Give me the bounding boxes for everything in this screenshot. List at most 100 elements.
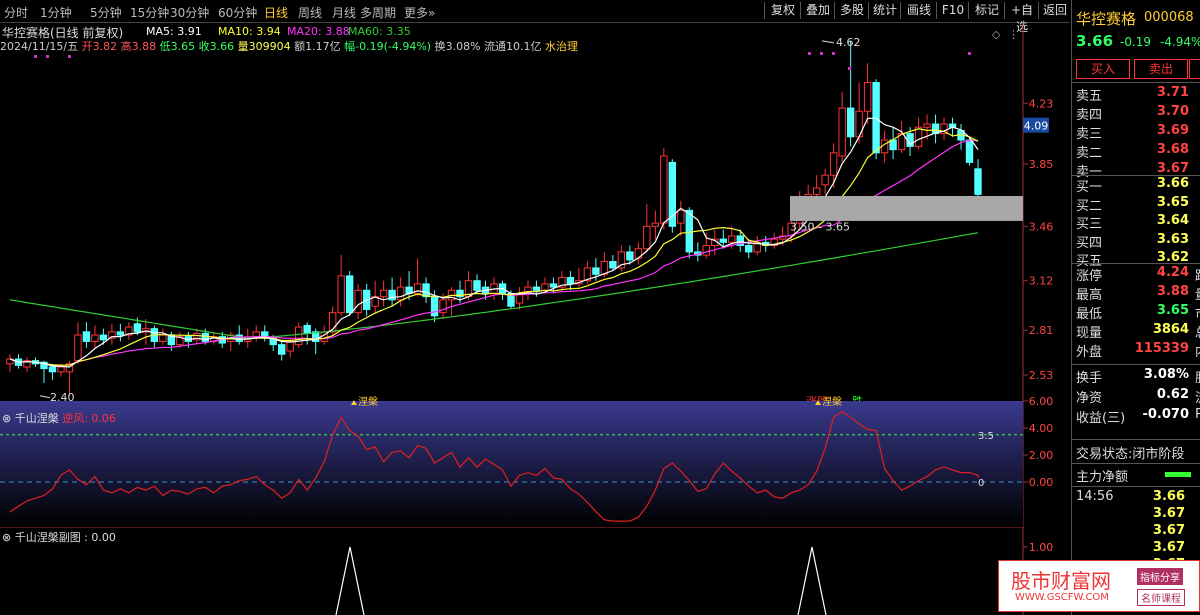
stat2-row-value: 3.08% [1143,367,1189,382]
spike-signal [335,546,365,615]
candle-body [48,366,57,373]
indicator1-name: 千山涅槃 [14,412,59,425]
watermark-tag2: 名师课程 [1137,589,1185,606]
candle-body [532,286,541,291]
stock-code: 000068 [1144,10,1194,25]
sell-level[interactable]: 卖五 3.71 [1076,85,1200,104]
timeframe-tab[interactable]: 周线 [298,4,322,21]
stat-row-extra: 跌 [1195,265,1200,284]
buy-level[interactable]: 买二 3.65 [1076,195,1200,214]
tick-row: 3.67 [1076,523,1200,541]
candle-body [660,155,668,224]
more-button[interactable] [1189,59,1200,79]
candle-body [541,283,549,291]
signal-dot [832,52,835,55]
stat-row-value: 3.88 [1156,284,1189,299]
candle-body [872,81,880,154]
spike-signal [797,546,827,615]
stat-row[interactable]: 现量 3864 总 [1076,322,1200,341]
stat-row-label: 现量 [1076,326,1103,341]
stat-row-extra: 内 [1195,341,1200,360]
trade-status: 交易状态:闭市阶段 [1076,447,1185,462]
timeframe-tab[interactable]: 日线 [264,4,288,21]
sell-level-label: 卖二 [1076,146,1103,161]
stat2-row-value: -0.070 [1142,407,1189,422]
stat-row-label: 最低 [1076,307,1103,322]
candle-body [99,334,108,341]
toolbar-button[interactable]: F10 [936,2,969,19]
toolbar-button[interactable]: 标记 [968,2,1005,19]
sell-button[interactable]: 卖出 [1134,59,1188,79]
candle-body [235,334,243,342]
candle-body [133,323,142,333]
buy-level[interactable]: 买三 3.64 [1076,213,1200,232]
timeframe-tab[interactable]: 15分钟 [130,4,169,21]
indicator2-close-icon[interactable]: ⊗ [2,531,11,544]
stat-row-value: 115339 [1134,341,1189,356]
sell-level[interactable]: 卖四 3.70 [1076,104,1200,123]
high-annotation: 4.62 [836,36,861,49]
timeframe-tab[interactable]: 30分钟 [170,4,209,21]
tick-row: 3.67 [1076,540,1200,558]
stat-row[interactable]: 最高 3.88 量 [1076,284,1200,303]
signal-dot [820,52,823,55]
sell-level[interactable]: 卖三 3.69 [1076,123,1200,142]
stat2-row-label: 净资 [1076,391,1103,406]
toolbar-button[interactable]: 统计 [868,2,901,19]
stat2-row-label: 换手 [1076,371,1103,386]
signal-dot [808,52,811,55]
low-annotation-line [39,395,51,399]
tick-price: 3.67 [1152,523,1185,538]
timeframe-tab[interactable]: 多周期 [360,4,396,21]
stock-name: 华控赛格 [1076,10,1137,28]
buy-level[interactable]: 买四 3.63 [1076,232,1200,251]
sell-level-label: 卖三 [1076,127,1103,142]
quote-panel: 华控赛格 000068 3.66 -0.19 -4.94% 买入 卖出 卖五 3.… [1071,0,1200,615]
buy-button[interactable]: 买入 [1076,59,1130,79]
timeframe-tab[interactable]: 分时 [4,4,28,21]
candle-body [473,280,481,291]
stat2-row-extra: 流 [1195,387,1200,406]
buy-level-label: 买二 [1076,198,1103,214]
stat2-row[interactable]: 收益(三) -0.070 PE [1076,407,1200,426]
stat-row-label: 涨停 [1076,269,1103,284]
stat2-row-extra: PE [1195,407,1200,422]
sell-level[interactable]: 卖二 3.68 [1076,142,1200,161]
timeframe-tab[interactable]: 1分钟 [40,4,72,21]
candle-body [974,168,982,195]
timeframe-tab[interactable]: 5分钟 [90,4,122,21]
stock-price: 3.66 [1076,32,1114,50]
candle-body [422,283,430,298]
support-zone [790,195,1023,221]
indicator1-close-icon[interactable]: ⊗ [2,412,11,425]
candle-body [923,123,931,128]
ellipsis-icon: ⋮ [1008,28,1019,41]
buy-level-value: 3.66 [1156,176,1189,191]
signal-dot [848,67,851,70]
stat-row[interactable]: 外盘 115339 内 [1076,341,1200,360]
toolbar-button[interactable]: 叠加 [800,2,835,19]
ind1-tick-label: 2.00 [1029,449,1054,462]
ind2-tick-label: 1.00 [1029,541,1054,554]
stat2-row[interactable]: 净资 0.62 流 [1076,387,1200,406]
stat-row[interactable]: 涨停 4.24 跌 [1076,265,1200,284]
toolbar-button[interactable]: 画线 [900,2,937,19]
kline-chart[interactable]: 4.233.853.463.122.812.534.094.622.403.50… [0,22,1070,615]
toolbar-button[interactable]: 返回 [1038,2,1071,19]
stat-row-label: 外盘 [1076,345,1103,360]
timeframe-tab[interactable]: 更多» [404,4,435,21]
candle-body [82,331,91,342]
timeframe-tab[interactable]: 月线 [332,4,356,21]
high-annotation-line [821,40,835,44]
candle-body [829,152,838,176]
buy-level[interactable]: 买一 3.66 [1076,176,1200,195]
toolbar-button[interactable]: 复权 [764,2,801,19]
sell-level-value: 3.71 [1156,85,1189,100]
stat-row-extra: 市 [1195,303,1200,322]
timeframe-tab[interactable]: 60分钟 [218,4,257,21]
toolbar-button[interactable]: +自选 [1004,2,1039,34]
candle-body [91,334,99,342]
stat-row[interactable]: 最低 3.65 市 [1076,303,1200,322]
stat2-row[interactable]: 换手 3.08% 股 [1076,367,1200,386]
toolbar-button[interactable]: 多股 [834,2,869,19]
